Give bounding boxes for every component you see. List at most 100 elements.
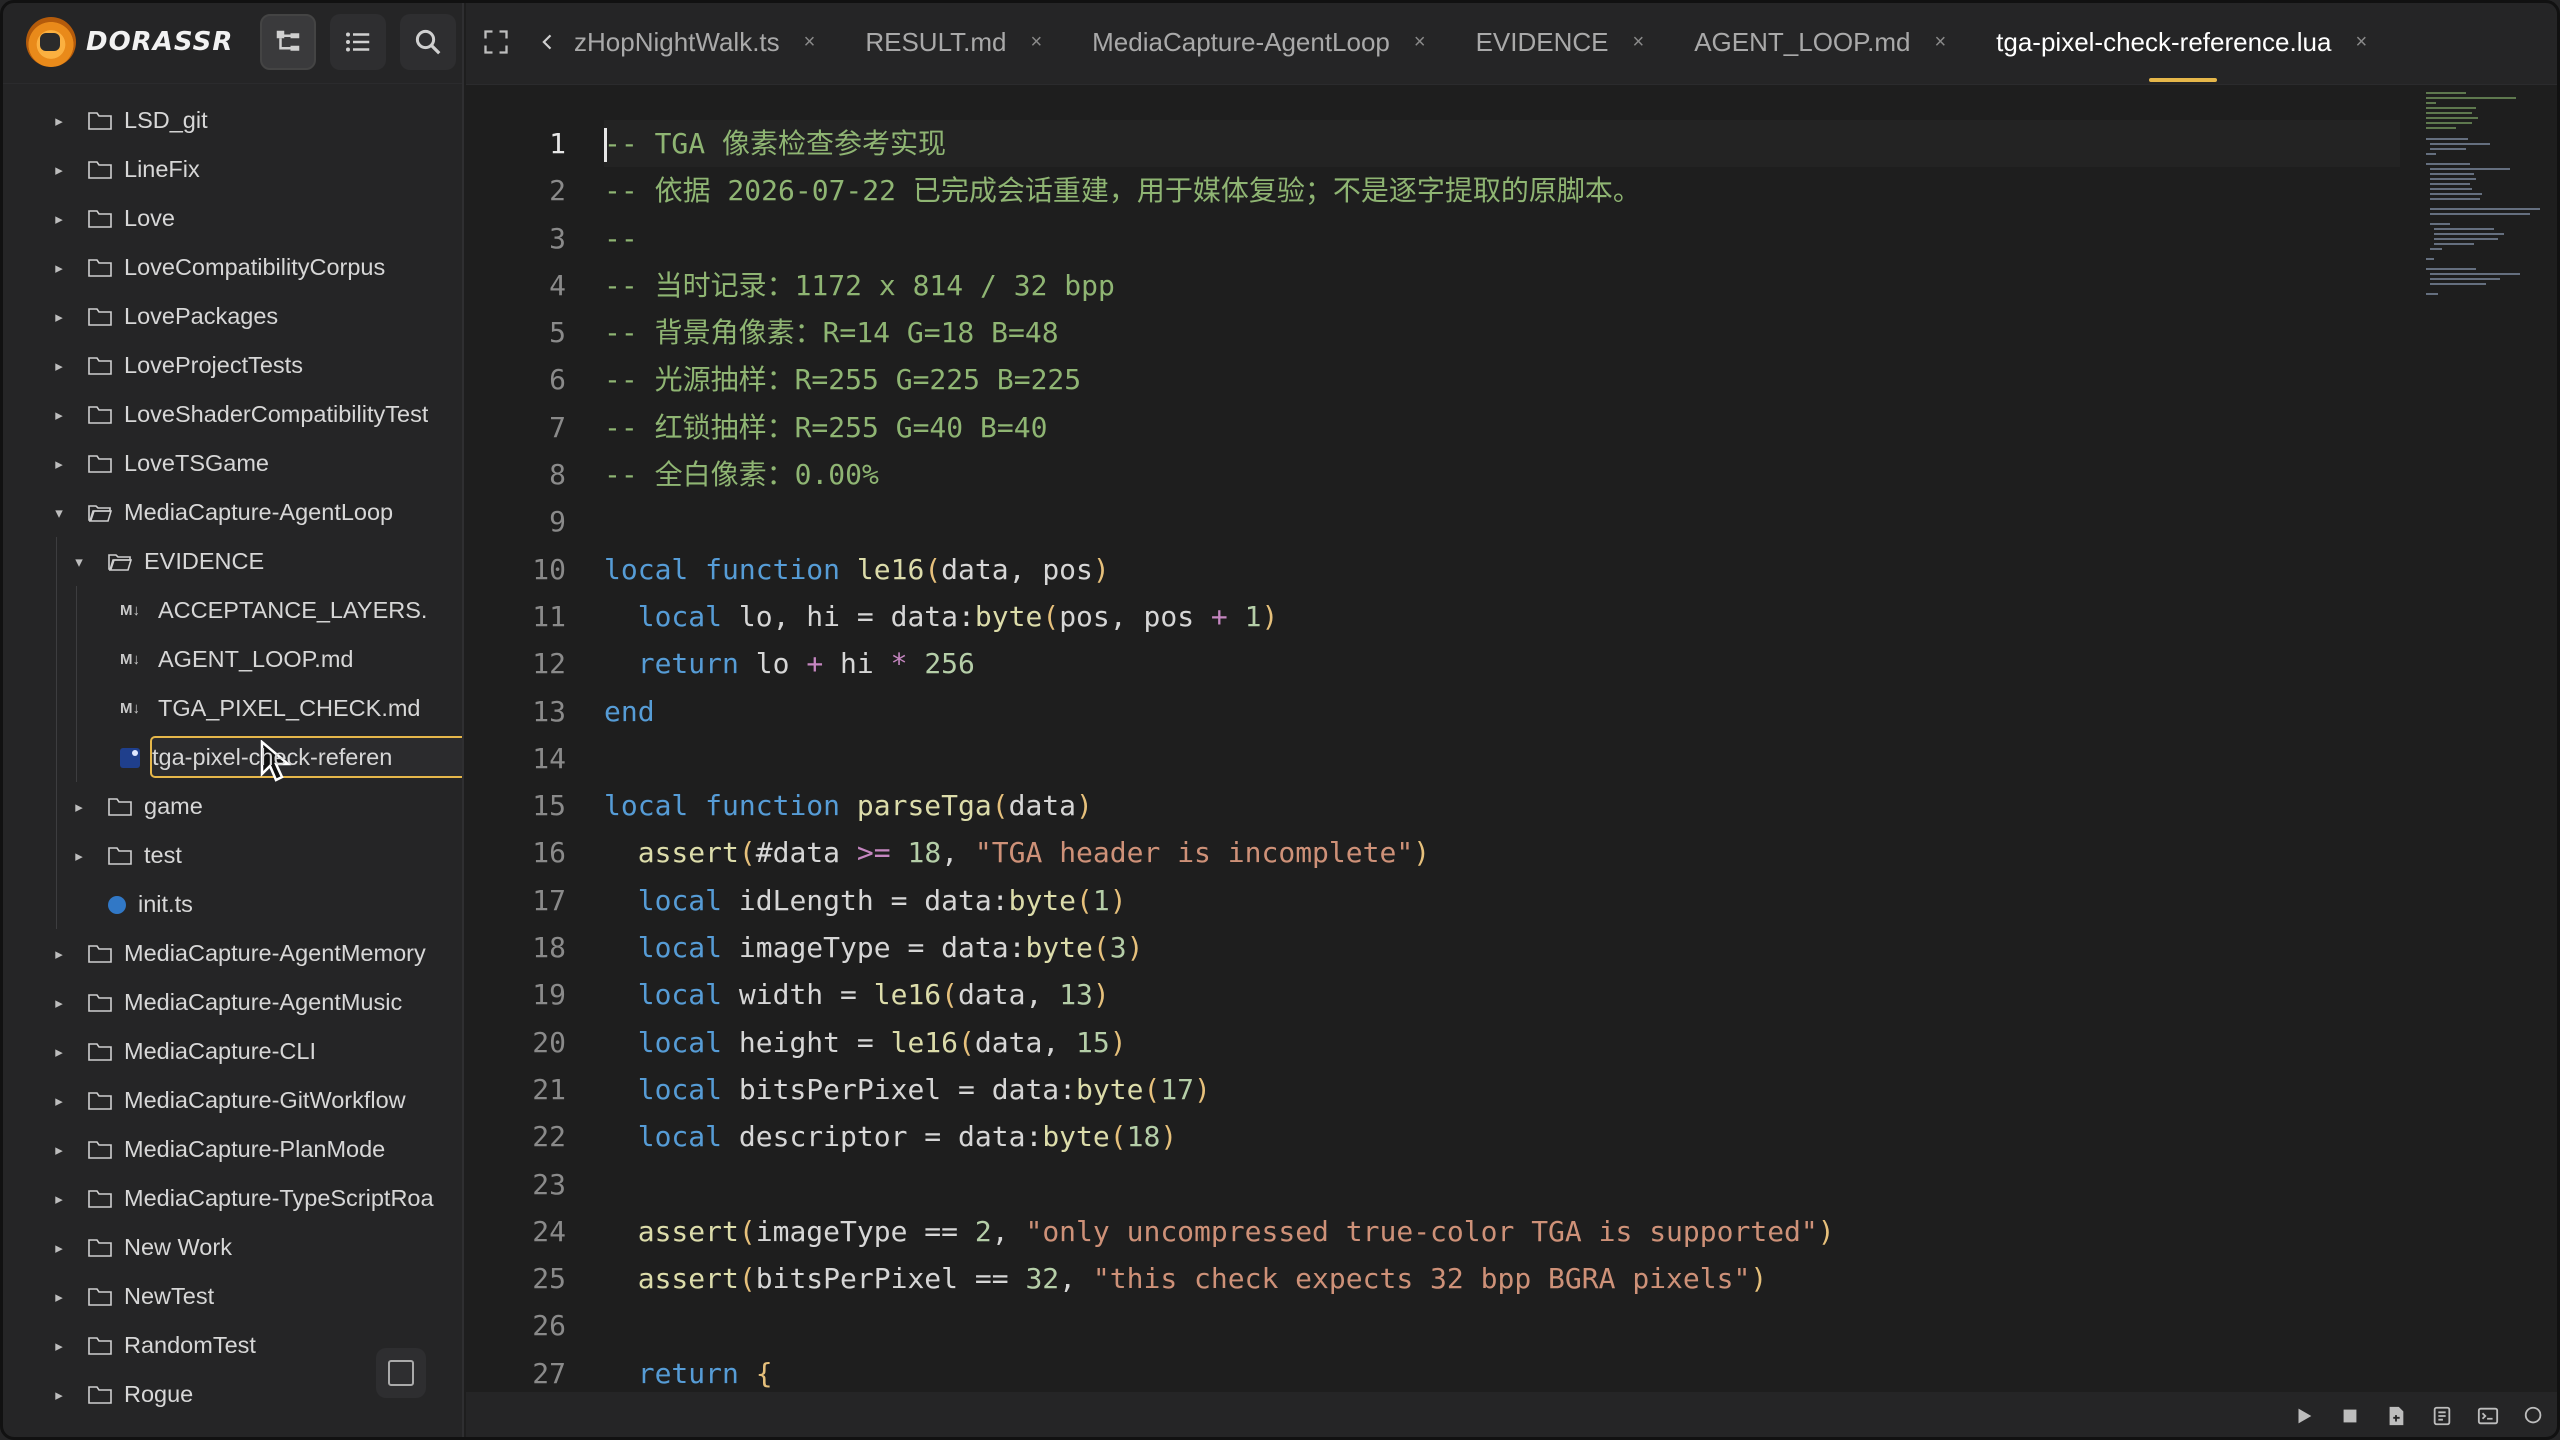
editor-tab[interactable]: AGENT_LOOP.md × xyxy=(1666,0,1968,84)
terminal-button[interactable] xyxy=(2476,1404,2500,1428)
editor-tab[interactable]: tga-pixel-check-reference.lua × xyxy=(1968,0,2389,84)
code-line[interactable]: local width = le16(data, 13) xyxy=(604,971,2400,1018)
code-content[interactable]: -- TGA 像素检查参考实现 -- 依据 2026-07-22 已完成会话重建，… xyxy=(604,120,2400,1392)
code-line[interactable]: assert(bitsPerPixel == 32, "this check e… xyxy=(604,1255,2400,1302)
code-line[interactable]: -- xyxy=(604,215,2400,262)
code-editor[interactable]: 1 2 3 4 5 6 7 8 9 10 11 12 13 14 15 16 17 18 19 20 21 22 23 24 2… xyxy=(466,86,2560,1392)
panel-toggle-button[interactable] xyxy=(376,1348,426,1398)
caret-down-icon[interactable]: ▾ xyxy=(52,504,66,522)
tree-item-folder[interactable]: ▸ MediaCapture-GitWorkflow xyxy=(0,1076,462,1125)
tree-item-folder[interactable]: ▸ MediaCapture-TypeScriptRoa xyxy=(0,1174,462,1223)
caret-right-icon[interactable]: ▸ xyxy=(52,357,66,375)
close-tab-icon[interactable]: × xyxy=(1633,31,1645,54)
code-line[interactable]: local bitsPerPixel = data:byte(17) xyxy=(604,1066,2400,1113)
tree-item-folder[interactable]: ▸ LineFix xyxy=(0,145,462,194)
code-line[interactable]: -- 背景角像素：R=14 G=18 B=48 xyxy=(604,309,2400,356)
editor-tab[interactable]: EVIDENCE × xyxy=(1448,0,1667,84)
run-button[interactable] xyxy=(2292,1404,2316,1428)
tree-item-md[interactable]: M↓ ACCEPTANCE_LAYERS. xyxy=(0,586,462,635)
caret-right-icon[interactable]: ▸ xyxy=(52,1141,66,1159)
tree-item-folder[interactable]: ▸ game xyxy=(0,782,462,831)
close-tab-icon[interactable]: × xyxy=(804,31,816,54)
code-line[interactable]: local function parseTga(data) xyxy=(604,782,2400,829)
caret-right-icon[interactable]: ▸ xyxy=(52,1337,66,1355)
tree-item-folder[interactable]: ▸ LoveShaderCompatibilityTest xyxy=(0,390,462,439)
editor-tab[interactable]: RESULT.md × xyxy=(837,0,1064,84)
tabs-scroll-left-button[interactable] xyxy=(526,0,570,84)
code-line[interactable]: -- TGA 像素检查参考实现 xyxy=(604,120,2400,168)
code-line[interactable] xyxy=(604,1302,2400,1349)
tree-item-folder[interactable]: ▸ MediaCapture-AgentMemory xyxy=(0,929,462,978)
minimap[interactable] xyxy=(2420,86,2550,346)
tree-item-folder[interactable]: ▸ MediaCapture-CLI xyxy=(0,1027,462,1076)
stop-button[interactable] xyxy=(2338,1404,2362,1428)
caret-right-icon[interactable]: ▸ xyxy=(52,994,66,1012)
code-line[interactable] xyxy=(604,498,2400,545)
caret-right-icon[interactable]: ▸ xyxy=(52,945,66,963)
code-line[interactable]: local imageType = data:byte(3) xyxy=(604,924,2400,971)
code-line[interactable]: end xyxy=(604,688,2400,735)
tree-item-md[interactable]: M↓ TGA_PIXEL_CHECK.md xyxy=(0,684,462,733)
tree-item-folder[interactable]: ▸ MediaCapture-AgentMusic xyxy=(0,978,462,1027)
code-line[interactable]: local function le16(data, pos) xyxy=(604,546,2400,593)
code-line[interactable]: local descriptor = data:byte(18) xyxy=(604,1113,2400,1160)
tree-item-folder[interactable]: ▸ Love xyxy=(0,194,462,243)
close-tab-icon[interactable]: × xyxy=(1414,31,1426,54)
code-line[interactable]: assert(imageType == 2, "only uncompresse… xyxy=(604,1208,2400,1255)
tree-item-folder[interactable]: ▸ test xyxy=(0,831,462,880)
tree-item-folder[interactable]: ▸ New Work xyxy=(0,1223,462,1272)
tree-item-folder[interactable]: ▸ MediaCapture-PlanMode xyxy=(0,1125,462,1174)
tree-item-folder[interactable]: ▾ MediaCapture-AgentLoop xyxy=(0,488,462,537)
code-line[interactable]: -- 依据 2026-07-22 已完成会话重建，用于媒体复验；不是逐字提取的原… xyxy=(604,167,2400,214)
caret-right-icon[interactable]: ▸ xyxy=(52,1092,66,1110)
tree-item-folder[interactable]: ▸ LoveCompatibilityCorpus xyxy=(0,243,462,292)
app-logo[interactable]: DORASSR xyxy=(26,16,246,67)
code-line[interactable] xyxy=(604,1161,2400,1208)
close-tab-icon[interactable]: × xyxy=(2355,31,2367,54)
tree-item-md[interactable]: M↓ AGENT_LOOP.md xyxy=(0,635,462,684)
list-view-button[interactable] xyxy=(330,13,386,70)
caret-right-icon[interactable]: ▸ xyxy=(72,798,86,816)
caret-right-icon[interactable]: ▸ xyxy=(52,455,66,473)
caret-right-icon[interactable]: ▸ xyxy=(52,1239,66,1257)
code-line[interactable]: -- 全白像素：0.00% xyxy=(604,451,2400,498)
caret-right-icon[interactable]: ▸ xyxy=(52,210,66,228)
code-line[interactable]: local lo, hi = data:byte(pos, pos + 1) xyxy=(604,593,2400,640)
tree-item-lua[interactable]: tga-pixel-check-referen xyxy=(0,733,462,782)
caret-right-icon[interactable]: ▸ xyxy=(52,406,66,424)
code-line[interactable]: -- 红锁抽样：R=255 G=40 B=40 xyxy=(604,404,2400,451)
tree-item-folder[interactable]: ▸ LoveProjectTests xyxy=(0,341,462,390)
code-line[interactable]: -- 当时记录：1172 x 814 / 32 bpp xyxy=(604,262,2400,309)
caret-right-icon[interactable]: ▸ xyxy=(52,112,66,130)
tree-item-folder[interactable]: ▸ LoveTSGame xyxy=(0,439,462,488)
code-line[interactable]: local idLength = data:byte(1) xyxy=(604,877,2400,924)
caret-right-icon[interactable]: ▸ xyxy=(52,1288,66,1306)
caret-right-icon[interactable]: ▸ xyxy=(52,161,66,179)
close-tab-icon[interactable]: × xyxy=(1030,31,1042,54)
code-line[interactable]: local height = le16(data, 15) xyxy=(604,1019,2400,1066)
tree-item-folder[interactable]: ▸ NewTest xyxy=(0,1272,462,1321)
caret-right-icon[interactable]: ▸ xyxy=(52,1043,66,1061)
caret-right-icon[interactable]: ▸ xyxy=(52,1386,66,1404)
editor-tab[interactable]: MediaCapture-AgentLoop × xyxy=(1064,0,1447,84)
editor-tab[interactable]: zHopNightWalk.ts × xyxy=(570,0,837,84)
caret-right-icon[interactable]: ▸ xyxy=(52,259,66,277)
caret-down-icon[interactable]: ▾ xyxy=(72,553,86,571)
caret-right-icon[interactable]: ▸ xyxy=(52,1190,66,1208)
file-tree-toggle-button[interactable] xyxy=(260,13,316,70)
search-button[interactable] xyxy=(400,13,456,70)
new-file-button[interactable] xyxy=(2384,1404,2408,1428)
close-tab-icon[interactable]: × xyxy=(1934,31,1946,54)
code-line[interactable]: assert(#data >= 18, "TGA header is incom… xyxy=(604,829,2400,876)
tree-item-folder[interactable]: ▸ LovePackages xyxy=(0,292,462,341)
code-line[interactable]: return lo + hi * 256 xyxy=(604,640,2400,687)
console-search-button[interactable] xyxy=(2522,1404,2546,1428)
code-line[interactable]: return { xyxy=(604,1350,2400,1392)
caret-right-icon[interactable]: ▸ xyxy=(72,847,86,865)
tree-item-folder[interactable]: ▾ EVIDENCE xyxy=(0,537,462,586)
fullscreen-button[interactable] xyxy=(466,0,526,84)
notes-button[interactable] xyxy=(2430,1404,2454,1428)
tree-item-folder[interactable]: ▸ LSD_git xyxy=(0,96,462,145)
code-line[interactable]: -- 光源抽样：R=255 G=225 B=225 xyxy=(604,356,2400,403)
tree-item-ts[interactable]: init.ts xyxy=(0,880,462,929)
